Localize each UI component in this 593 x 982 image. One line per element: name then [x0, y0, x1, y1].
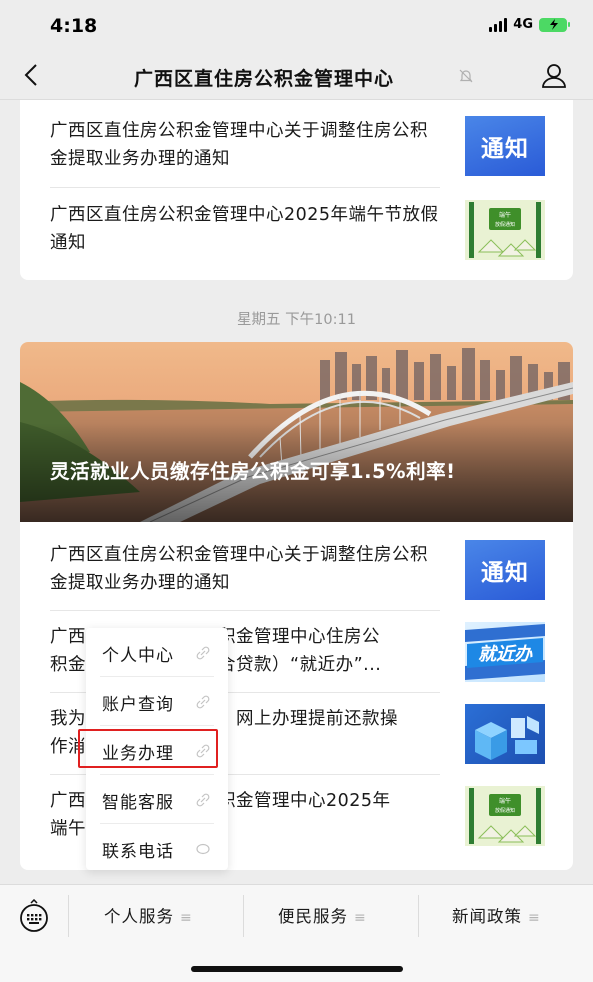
menu-tab-personal-service[interactable]: 个人服务 ≡ [104, 903, 193, 927]
svg-text:放假通知: 放假通知 [495, 807, 515, 814]
home-indicator [191, 966, 403, 972]
menu-item-label: 智能客服 [102, 793, 174, 813]
menu-item-contact-phone[interactable]: 联系电话 [86, 824, 228, 872]
menu-list-icon: ≡ [354, 910, 367, 926]
menu-tab-convenience-service[interactable]: 便民服务 ≡ [278, 903, 367, 927]
menu-item-label: 联系电话 [102, 842, 174, 862]
status-indicators: 4G [489, 17, 570, 32]
title-fragment: 端午 [50, 819, 86, 839]
message-bubble-icon [196, 841, 210, 860]
nav-bar: 广西区直住房公积金管理中心 [0, 52, 593, 100]
notice-thumbnail: 通知 [465, 540, 545, 600]
article-card-previous: 广西区直住房公积金管理中心关于调整住房公积金提取业务办理的通知 通知 广西区直住… [20, 100, 573, 280]
status-bar: 4:18 4G [0, 0, 593, 48]
highlight-box [78, 729, 218, 768]
article-item[interactable]: 广西区直住房公积金管理中心关于调整住房公积金提取业务办理的通知 通知 [20, 104, 573, 186]
thumbnail-text: 就近办 [478, 644, 533, 665]
thumbnail-text: 通知 [481, 560, 529, 586]
menu-list-icon: ≡ [528, 910, 541, 926]
message-timestamp: 星期五 下午10:11 [237, 312, 356, 328]
title-fragment: 积金管理中心2025年 [218, 791, 391, 811]
hero-article[interactable]: 灵活就业人员缴存住房公积金可享1.5%利率! [20, 342, 573, 523]
hero-article-title: 灵活就业人员缴存住房公积金可享1.5%利率! [50, 460, 456, 483]
divider [68, 895, 69, 937]
menu-item-smart-service[interactable]: 智能客服 [86, 775, 228, 823]
menu-tab-label: 新闻政策 [452, 907, 522, 926]
svg-text:端午: 端午 [499, 797, 511, 805]
keyboard-icon[interactable] [16, 898, 52, 937]
title-fragment: 广西 [50, 791, 86, 811]
repayment-thumbnail [465, 704, 545, 764]
menu-item-label: 个人中心 [102, 646, 174, 666]
article-title: 广西区直住房公积金管理中心关于调整住房公积金提取业务办理的通知 [50, 121, 428, 169]
divider [418, 895, 419, 937]
svg-text:放假通知: 放假通知 [495, 221, 515, 228]
user-profile-icon[interactable] [540, 62, 568, 94]
network-type: 4G [513, 17, 533, 32]
menu-item-account-query[interactable]: 账户查询 [86, 677, 228, 725]
title-fragment: 我为 [50, 709, 86, 729]
status-time: 4:18 [50, 15, 98, 37]
dragon-boat-festival-thumbnail: 端午 放假通知 [465, 200, 545, 260]
menu-item-personal-center[interactable]: 个人中心 [86, 628, 228, 676]
signal-icon [489, 17, 508, 32]
article-item[interactable]: 广西区直住房公积金管理中心关于调整住房公积金提取业务办理的通知 通知 [20, 528, 573, 610]
article-item[interactable]: 广西区直住房公积金管理中心2025年端午节放假通知 端午 放假通知 [20, 188, 573, 270]
page-title: 广西区直住房公积金管理中心 [134, 68, 395, 90]
title-fragment: 积金管理中心住房公 [218, 627, 380, 647]
bridge-cover-image [20, 342, 573, 523]
dragon-boat-festival-thumbnail: 端午 放假通知 [465, 786, 545, 846]
menu-tab-label: 个人服务 [104, 907, 174, 926]
link-icon [196, 694, 210, 713]
menu-item-label: 账户查询 [102, 695, 174, 715]
notice-thumbnail: 通知 [465, 116, 545, 176]
back-icon[interactable] [22, 62, 40, 92]
menu-tab-label: 便民服务 [278, 907, 348, 926]
title-fragment: 网上办理提前还款操 [236, 709, 398, 729]
divider [243, 895, 244, 937]
title-fragment: 广西 [50, 627, 86, 647]
link-icon [196, 645, 210, 664]
link-icon [196, 792, 210, 811]
battery-charging-icon [539, 17, 570, 32]
thumbnail-text: 通知 [481, 136, 529, 162]
nearby-service-thumbnail: 就近办 [465, 622, 545, 682]
article-title: 广西区直住房公积金管理中心2025年端午节放假通知 [50, 205, 439, 253]
menu-list-icon: ≡ [180, 910, 193, 926]
title-fragment: 合贷款）“就近办”... [218, 655, 382, 675]
menu-tab-news-policy[interactable]: 新闻政策 ≡ [452, 903, 541, 927]
mute-bell-icon [458, 68, 474, 88]
title-fragment: 积金 [50, 655, 86, 675]
article-title: 广西区直住房公积金管理中心关于调整住房公积金提取业务办理的通知 [50, 545, 428, 593]
svg-text:端午: 端午 [499, 211, 511, 219]
